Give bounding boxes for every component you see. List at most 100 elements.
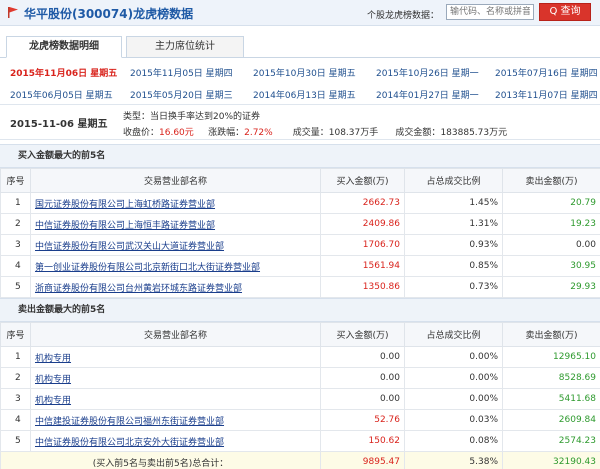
buy-amount: 2662.73 [320,192,405,214]
table-header-row: 序号 交易营业部名称 买入金额(万) 占总成交比例 卖出金额(万) [0,168,600,193]
row-no: 5 [0,276,31,298]
ratio: 0.85% [404,255,503,277]
volume-label: 成交量： [292,128,329,138]
date-link[interactable]: 2014年06月13日 星期五 [253,88,356,101]
search-input[interactable] [446,4,534,20]
buy-table: 序号 交易营业部名称 买入金额(万) 占总成交比例 卖出金额(万) 1 国元证券… [0,168,600,298]
date-link-current[interactable]: 2015年11月06日 星期五 [10,66,117,79]
ratio: 0.03% [404,409,503,431]
date-list: 2015年11月06日 星期五 2015年11月05日 星期四 2015年10月… [0,62,600,106]
buy-amount: 1706.70 [320,234,405,256]
ratio: 0.00% [404,346,503,368]
sell-amount: 20.79 [502,192,600,214]
sell-amount: 2609.84 [502,409,600,431]
row-no: 2 [0,213,31,235]
col-header-no: 序号 [0,322,31,347]
total-label: (买入前5名与卖出前5名)总合计： [0,451,321,469]
broker-link[interactable]: 第一创业证券股份有限公司北京新街口北大街证券营业部 [35,263,260,273]
row-no: 3 [0,234,31,256]
col-header-buy: 买入金额(万) [320,168,405,193]
page-title: 华平股份(300074)龙虎榜数据 [24,7,194,21]
broker-link[interactable]: 中信证券股份有限公司北京安外大街证券营业部 [35,438,224,448]
date-link[interactable]: 2015年10月30日 星期五 [253,66,356,79]
flag-icon [8,7,18,18]
broker-link[interactable]: 国元证券股份有限公司上海虹桥路证券营业部 [35,200,215,210]
buy-amount: 1561.94 [320,255,405,277]
ratio: 0.73% [404,276,503,298]
table-row: 4 第一创业证券股份有限公司北京新街口北大街证券营业部 1561.94 0.85… [0,255,600,277]
total-sell-amount: 32190.43 [502,451,600,469]
col-header-sell: 卖出金额(万) [502,322,600,347]
type-label: 类型： [123,112,151,122]
col-header-no: 序号 [0,168,31,193]
total-ratio: 5.38% [404,451,503,469]
tab-seat-stats[interactable]: 主力席位统计 [126,36,244,58]
close-label: 收盘价： [123,128,160,138]
broker-link[interactable]: 机构专用 [35,354,71,364]
ratio: 1.31% [404,213,503,235]
total-row: (买入前5名与卖出前5名)总合计： 9895.47 5.38% 32190.43 [0,451,600,469]
broker-link[interactable]: 中信证券股份有限公司上海恒丰路证券营业部 [35,221,215,231]
buy-amount: 0.00 [320,388,405,410]
buy-amount: 150.62 [320,430,405,452]
date-link[interactable]: 2015年07月16日 星期四 [495,66,598,79]
buy-amount: 52.76 [320,409,405,431]
table-row: 3 机构专用 0.00 0.00% 5411.68 [0,388,600,410]
change-label: 涨跌幅： [208,128,245,138]
sell-amount: 2574.23 [502,430,600,452]
search-label: 个股龙虎榜数据： [367,11,440,21]
broker-link[interactable]: 浙商证券股份有限公司台州黄岩环城东路证券营业部 [35,284,242,294]
amount-value: 183885.73万元 [440,128,508,138]
type-line: 类型：当日换手率达到20%的证券 [123,109,260,122]
header-bar: 华平股份(300074)龙虎榜数据 个股龙虎榜数据： Q 查询 [0,0,600,26]
sell-table: 序号 交易营业部名称 买入金额(万) 占总成交比例 卖出金额(万) 1 机构专用… [0,322,600,469]
row-no: 3 [0,388,31,410]
sell-amount: 12965.10 [502,346,600,368]
tab-detail[interactable]: 龙虎榜数据明细 [6,36,122,58]
buy-amount: 1350.86 [320,276,405,298]
table-row: 4 中信建投证券股份有限公司福州东街证券营业部 52.76 0.03% 2609… [0,409,600,431]
sell-amount: 30.95 [502,255,600,277]
table-row: 2 机构专用 0.00 0.00% 8528.69 [0,367,600,389]
amount-label: 成交金额： [395,128,441,138]
date-link[interactable]: 2015年05月20日 星期三 [130,88,233,101]
date-link[interactable]: 2015年11月05日 星期四 [130,66,233,79]
ratio: 0.93% [404,234,503,256]
broker-link[interactable]: 中信证券股份有限公司武汉关山大道证券营业部 [35,242,224,252]
buy-section-title: 买入金额最大的前5名 [0,144,600,168]
broker-link[interactable]: 机构专用 [35,375,71,385]
row-no: 4 [0,409,31,431]
sell-amount: 29.93 [502,276,600,298]
date-link[interactable]: 2015年10月26日 星期一 [376,66,479,79]
table-row: 2 中信证券股份有限公司上海恒丰路证券营业部 2409.86 1.31% 19.… [0,213,600,235]
type-value: 当日换手率达到20%的证券 [150,112,261,122]
close-value: 16.60元 [159,128,194,138]
buy-amount: 0.00 [320,367,405,389]
table-header-row: 序号 交易营业部名称 买入金额(万) 占总成交比例 卖出金额(万) [0,322,600,347]
sell-section-title: 卖出金额最大的前5名 [0,298,600,322]
date-link[interactable]: 2013年11月07日 星期四 [495,88,598,101]
sell-amount: 19.23 [502,213,600,235]
search-button[interactable]: Q 查询 [539,3,591,21]
row-no: 4 [0,255,31,277]
broker-link[interactable]: 机构专用 [35,396,71,406]
ratio: 0.00% [404,388,503,410]
day-label: 2015-11-06 星期五 [10,119,108,130]
table-row: 5 浙商证券股份有限公司台州黄岩环城东路证券营业部 1350.86 0.73% … [0,276,600,298]
volume-value: 108.37万手 [328,128,379,138]
sell-amount: 8528.69 [502,367,600,389]
col-header-sell: 卖出金额(万) [502,168,600,193]
table-row: 1 机构专用 0.00 0.00% 12965.10 [0,346,600,368]
date-link[interactable]: 2015年06月05日 星期五 [10,88,113,101]
row-no: 5 [0,430,31,452]
col-header-pct: 占总成交比例 [404,322,503,347]
col-header-name: 交易营业部名称 [30,322,321,347]
ratio: 1.45% [404,192,503,214]
date-link[interactable]: 2014年01月27日 星期一 [376,88,479,101]
total-buy-amount: 9895.47 [320,451,405,469]
row-no: 1 [0,192,31,214]
ratio: 0.08% [404,430,503,452]
broker-link[interactable]: 中信建投证券股份有限公司福州东街证券营业部 [35,417,224,427]
tab-bar: 龙虎榜数据明细 主力席位统计 [0,36,600,58]
sell-amount: 0.00 [502,234,600,256]
